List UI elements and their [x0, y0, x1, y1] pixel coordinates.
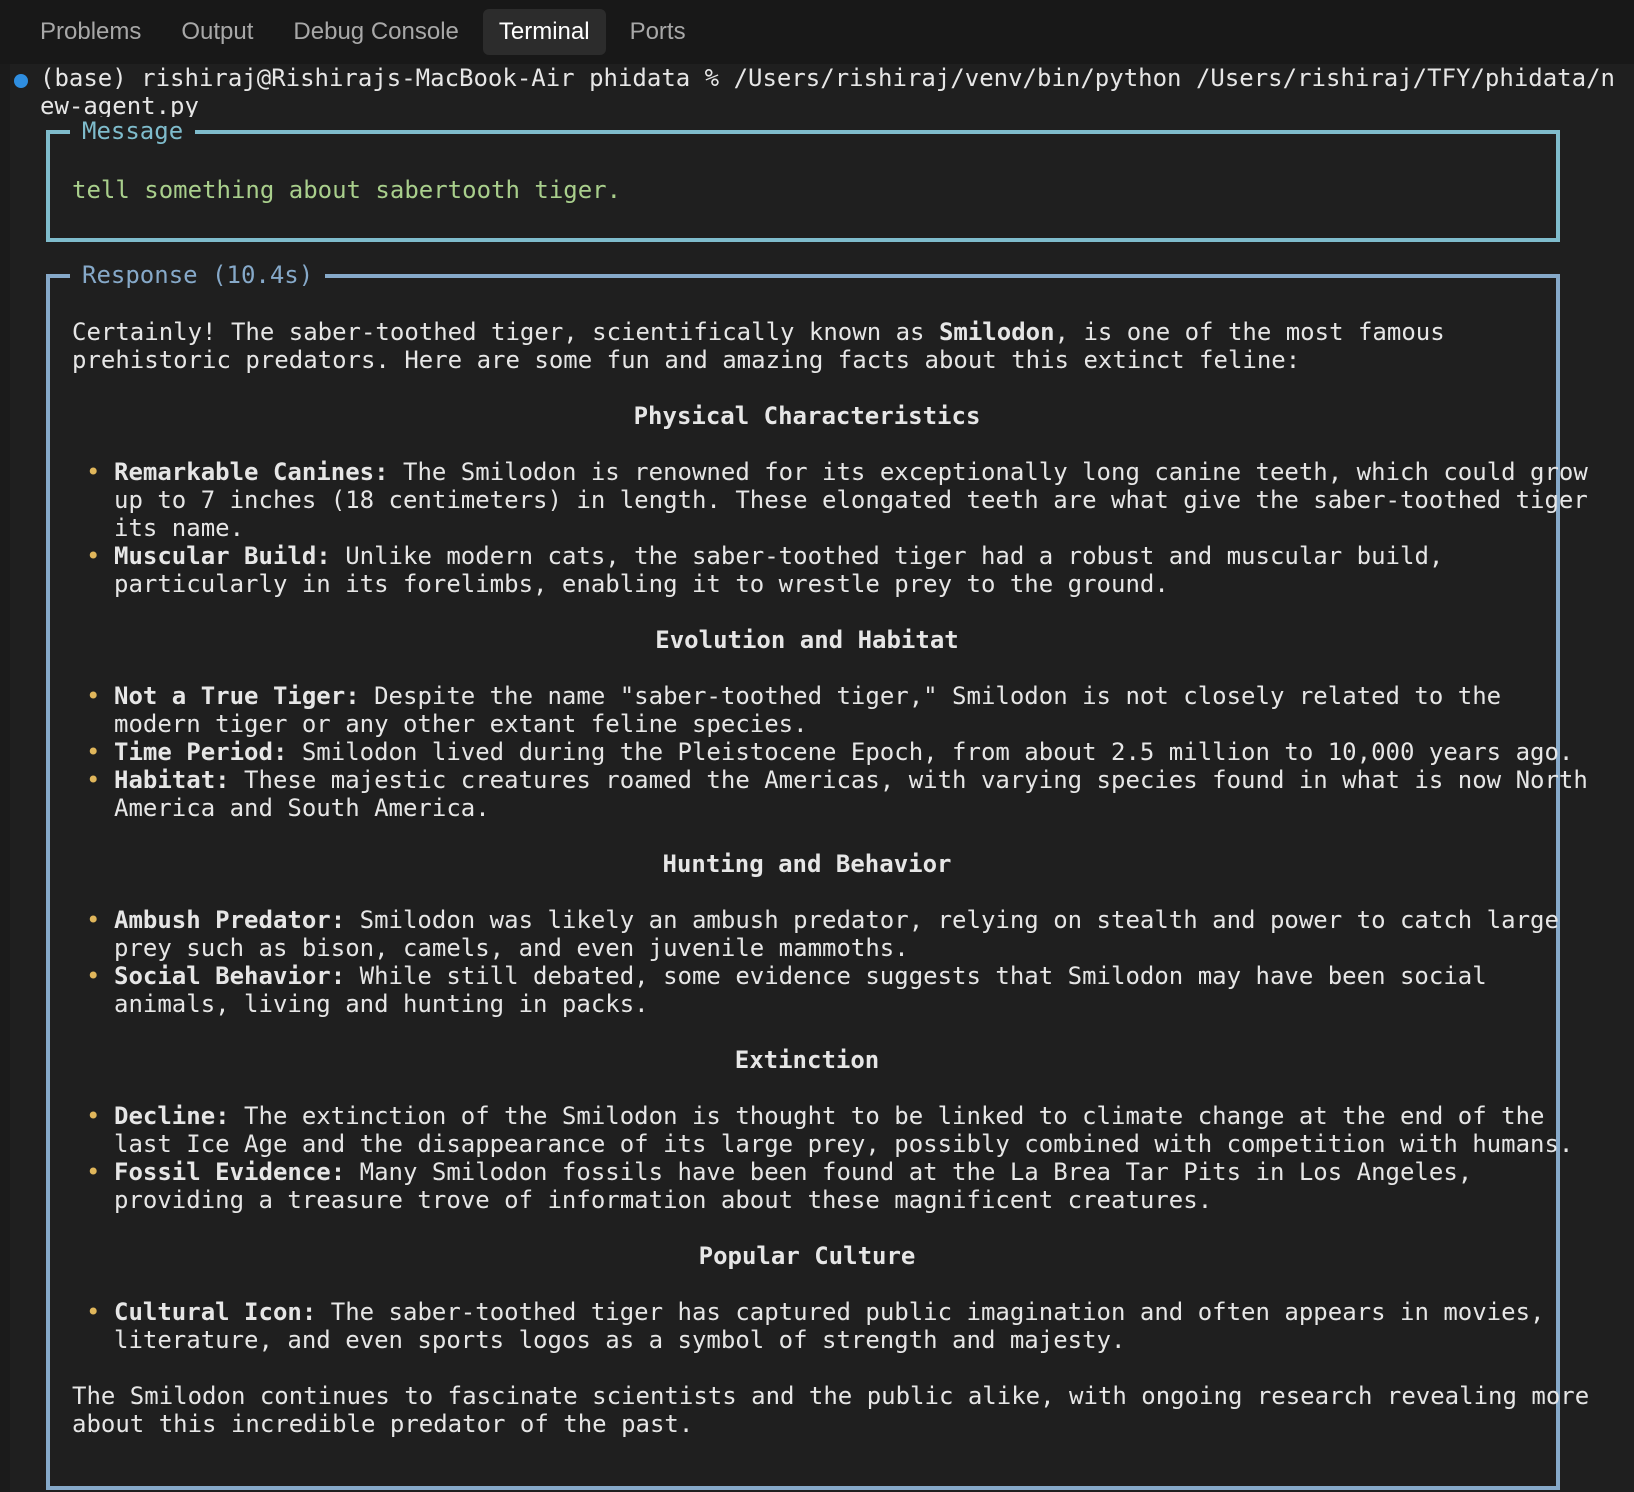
tab-terminal[interactable]: Terminal — [482, 9, 606, 55]
section-heading: Extinction — [734, 1046, 880, 1074]
item-term: Remarkable Canines: — [114, 458, 389, 486]
item-text: modern tiger or any other extant feline … — [114, 710, 808, 738]
response-outro: The Smilodon continues to fascinate scie… — [72, 1382, 1589, 1438]
section-list: • Ambush Predator: Smilodon was likely an… — [72, 906, 1559, 1018]
command-line-2: ew-agent.py — [40, 92, 199, 120]
item-text: The extinction of the Smilodon is though… — [229, 1102, 1545, 1130]
item-term: Fossil Evidence: — [114, 1158, 346, 1186]
item-text: These majestic creatures roamed the Amer… — [229, 766, 1588, 794]
tab-problems[interactable]: Problems — [24, 9, 157, 55]
response-intro: Certainly! The saber-toothed tiger, scie… — [72, 318, 1542, 374]
item-text: The saber-toothed tiger has captured pub… — [316, 1298, 1545, 1326]
list-item: • Not a True Tiger: Despite the name "sab… — [72, 682, 1542, 738]
bullet-icon: • — [86, 542, 101, 570]
section-list: • Cultural Icon: The saber-toothed tiger … — [72, 1298, 1545, 1354]
item-text: Smilodon lived during the Pleistocene Ep… — [287, 738, 1574, 766]
list-item: • Remarkable Canines: The Smilodon is ren… — [72, 458, 1588, 542]
section-heading: Popular Culture — [698, 1242, 916, 1270]
item-term: Decline: — [114, 1102, 230, 1130]
section-heading: Physical Characteristics — [633, 402, 981, 430]
intro-text: Certainly! The saber-toothed tiger, scie… — [72, 318, 939, 346]
section-list: • Remarkable Canines: The Smilodon is ren… — [72, 458, 1588, 598]
bullet-icon: • — [86, 1298, 101, 1326]
outro-text-line2: about this incredible predator of the pa… — [72, 1410, 694, 1438]
list-item: • Time Period: Smilodon lived during the … — [72, 738, 1573, 766]
section-heading: Hunting and Behavior — [662, 850, 952, 878]
bullet-icon: • — [86, 766, 101, 794]
item-text: Many Smilodon fossils have been found at… — [345, 1158, 1473, 1186]
response-content: Certainly! The saber-toothed tiger, scie… — [72, 318, 1589, 1438]
item-term: Cultural Icon: — [114, 1298, 317, 1326]
list-item: • Fossil Evidence: Many Smilodon fossils … — [72, 1158, 1542, 1214]
intro-bold-term: Smilodon — [938, 318, 1055, 346]
bullet-icon: • — [86, 1102, 101, 1130]
list-item: • Habitat: These majestic creatures roame… — [72, 766, 1588, 822]
item-text: its name. — [114, 514, 245, 542]
list-item: • Decline: The extinction of the Smilodon… — [72, 1102, 1573, 1158]
command-status-dot-icon[interactable] — [14, 74, 28, 88]
terminal-output[interactable]: (base) rishiraj@Rishirajs-MacBook-Air ph… — [0, 64, 1634, 1492]
item-term: Social Behavior: — [114, 962, 346, 990]
panel-tab-bar: Problems Output Debug Console Terminal P… — [0, 0, 1634, 64]
command-line: (base) rishiraj@Rishirajs-MacBook-Air ph… — [40, 64, 1615, 120]
section-list: • Decline: The extinction of the Smilodon… — [72, 1102, 1573, 1214]
item-term: Time Period: — [114, 738, 288, 766]
intro-text-cont: , is one of the most famous — [1054, 318, 1445, 346]
item-text: Unlike modern cats, the saber-toothed ti… — [330, 542, 1444, 570]
item-text: prey such as bison, camels, and even juv… — [114, 934, 909, 962]
tab-output[interactable]: Output — [165, 9, 269, 55]
item-text: Smilodon was likely an ambush predator, … — [345, 906, 1559, 934]
item-text: last Ice Age and the disappearance of it… — [114, 1130, 1574, 1158]
command-line-1: (base) rishiraj@Rishirajs-MacBook-Air ph… — [40, 64, 1615, 92]
item-text: The Smilodon is renowned for its excepti… — [388, 458, 1588, 486]
list-item: • Cultural Icon: The saber-toothed tiger … — [72, 1298, 1545, 1354]
message-panel: Message tell something about sabertooth … — [46, 117, 1560, 242]
item-text: America and South America. — [114, 794, 490, 822]
item-text: Despite the name "saber-toothed tiger," … — [359, 682, 1502, 710]
item-text: literature, and even sports logos as a s… — [114, 1326, 1126, 1354]
item-term: Ambush Predator: — [114, 906, 346, 934]
bullet-icon: • — [86, 738, 101, 766]
intro-text-line2: prehistoric predators. Here are some fun… — [72, 346, 1301, 374]
item-term: Habitat: — [114, 766, 230, 794]
bullet-icon: • — [86, 962, 101, 990]
bullet-icon: • — [86, 1158, 101, 1186]
bullet-icon: • — [86, 458, 101, 486]
item-text: up to 7 inches (18 centimeters) in lengt… — [114, 486, 1588, 514]
item-text: While still debated, some evidence sugge… — [345, 962, 1487, 990]
response-panel: Response (10.4s) Certainly! The saber-to… — [46, 261, 1589, 1490]
list-item: • Ambush Predator: Smilodon was likely an… — [72, 906, 1559, 962]
outro-text: The Smilodon continues to fascinate scie… — [72, 1382, 1590, 1410]
message-panel-title: Message — [70, 117, 196, 145]
item-text: providing a treasure trove of informatio… — [114, 1186, 1213, 1214]
item-text: animals, living and hunting in packs. — [114, 990, 649, 1018]
list-item: • Social Behavior: While still debated, s… — [72, 962, 1542, 1018]
tab-debug-console[interactable]: Debug Console — [277, 9, 474, 55]
item-text: particularly in its forelimbs, enabling … — [114, 570, 1169, 598]
bullet-icon: • — [86, 906, 101, 934]
tab-ports[interactable]: Ports — [614, 9, 702, 55]
item-term: Not a True Tiger: — [114, 682, 360, 710]
section-list: • Not a True Tiger: Despite the name "sab… — [72, 682, 1588, 822]
section-heading: Evolution and Habitat — [655, 626, 959, 654]
item-term: Muscular Build: — [114, 542, 331, 570]
bullet-icon: • — [86, 682, 101, 710]
list-item: • Muscular Build: Unlike modern cats, the… — [72, 542, 1542, 598]
response-panel-title: Response (10.4s) — [70, 261, 326, 289]
message-text: tell something about sabertooth tiger. — [72, 176, 622, 204]
